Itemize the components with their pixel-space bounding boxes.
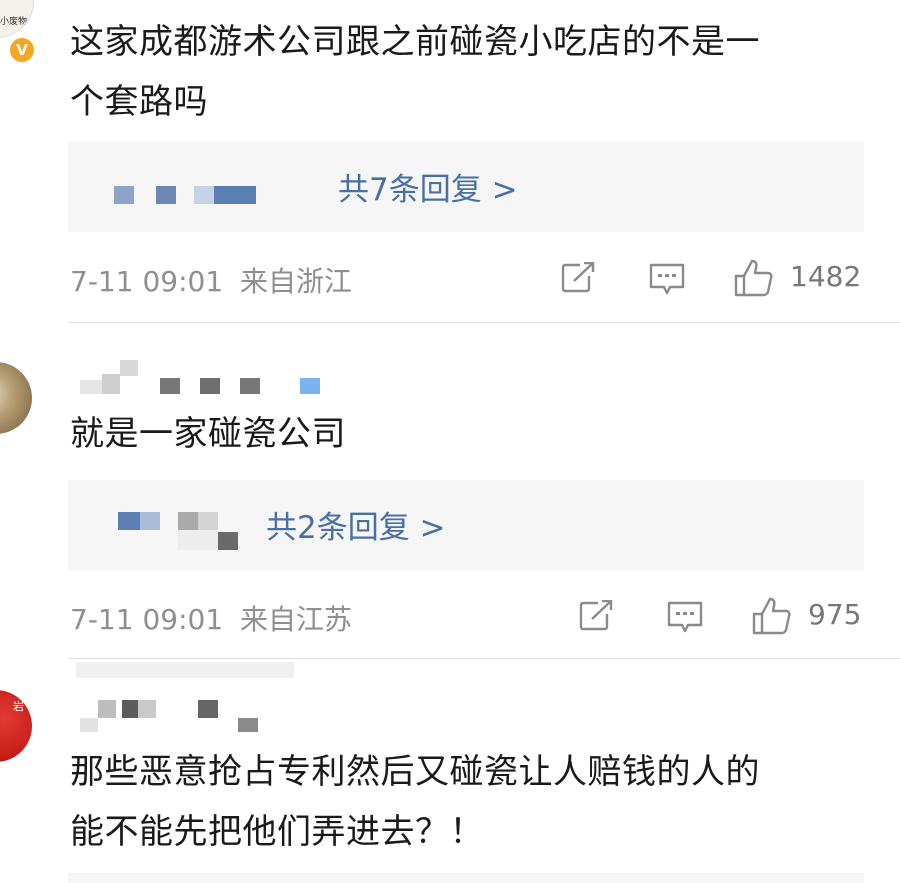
timestamp: 7-11 09:01 [70, 603, 224, 636]
blurred-username [156, 186, 176, 204]
location: 来自江苏 [240, 603, 353, 636]
blurred-username [178, 530, 218, 550]
timestamp: 7-11 09:01 [70, 265, 224, 298]
comment-meta: 7-11 09:01 来自浙江 [70, 260, 352, 300]
comment-text: 这家成都游术公司跟之前碰瓷小吃店的不是一 个套路吗 [70, 12, 870, 132]
share-icon[interactable] [578, 600, 614, 632]
comment-icon[interactable] [648, 262, 686, 296]
location: 来自浙江 [240, 265, 353, 298]
comment-text-line: 那些恶意抢占专利然后又碰瓷让人赔钱的人的 [70, 752, 760, 792]
blurred-username [80, 718, 98, 732]
blurred-username [178, 512, 198, 530]
blurred-username [198, 700, 218, 718]
like-count: 975 [808, 598, 862, 631]
comment-text-line: 这家成都游术公司跟之前碰瓷小吃店的不是一 [70, 22, 760, 62]
commenter-avatar[interactable]: 岩 [0, 690, 32, 762]
blurred-username [122, 700, 138, 718]
comment-text-line: 能不能先把他们弄进去？！ [70, 812, 484, 852]
blurred-username [198, 512, 218, 530]
blurred-username [102, 374, 120, 394]
verified-badge-icon: V [8, 36, 36, 64]
avatar-label: 小废物 [0, 17, 27, 27]
comment-text-line: 个套路吗 [70, 82, 208, 122]
comment-text: 就是一家碰瓷公司 [70, 404, 870, 464]
like-count: 1482 [790, 260, 862, 293]
comment-text: 那些恶意抢占专利然后又碰瓷让人赔钱的人的 能不能先把他们弄进去？！ [70, 742, 870, 862]
blurred-username [114, 186, 134, 204]
reply-preview-box[interactable]: 共2条回复 > [68, 480, 864, 570]
blurred-username [240, 378, 260, 394]
blurred-username [98, 700, 116, 718]
divider [68, 658, 900, 659]
share-icon[interactable] [560, 262, 596, 294]
blurred-username [76, 662, 294, 678]
blurred-username [118, 512, 140, 530]
commenter-avatar[interactable] [0, 362, 32, 434]
view-replies-link[interactable]: 共2条回复 > [266, 502, 446, 547]
avatar-label: 岩 [13, 700, 24, 713]
reply-preview-box[interactable]: 共7条回复 > [68, 142, 864, 232]
blurred-username [300, 378, 320, 394]
blurred-username [120, 360, 138, 376]
blurred-username [214, 186, 256, 204]
blurred-username [138, 700, 156, 718]
thumbs-up-icon[interactable] [752, 596, 792, 636]
divider [68, 322, 900, 323]
comment-icon[interactable] [666, 600, 704, 634]
blurred-username [160, 378, 180, 394]
blurred-username [218, 532, 238, 550]
comment-meta: 7-11 09:01 来自江苏 [70, 598, 352, 638]
comment-text-line: 就是一家碰瓷公司 [70, 414, 346, 454]
blurred-username [238, 718, 258, 732]
commenter-avatar[interactable]: 小废物 [0, 0, 34, 38]
blurred-username [140, 512, 160, 530]
view-replies-link[interactable]: 共7条回复 > [338, 164, 518, 209]
blurred-username [194, 186, 214, 204]
reply-preview-box[interactable] [68, 873, 864, 883]
thumbs-up-icon[interactable] [734, 258, 774, 298]
blurred-username [80, 380, 102, 394]
blurred-username [200, 378, 220, 394]
